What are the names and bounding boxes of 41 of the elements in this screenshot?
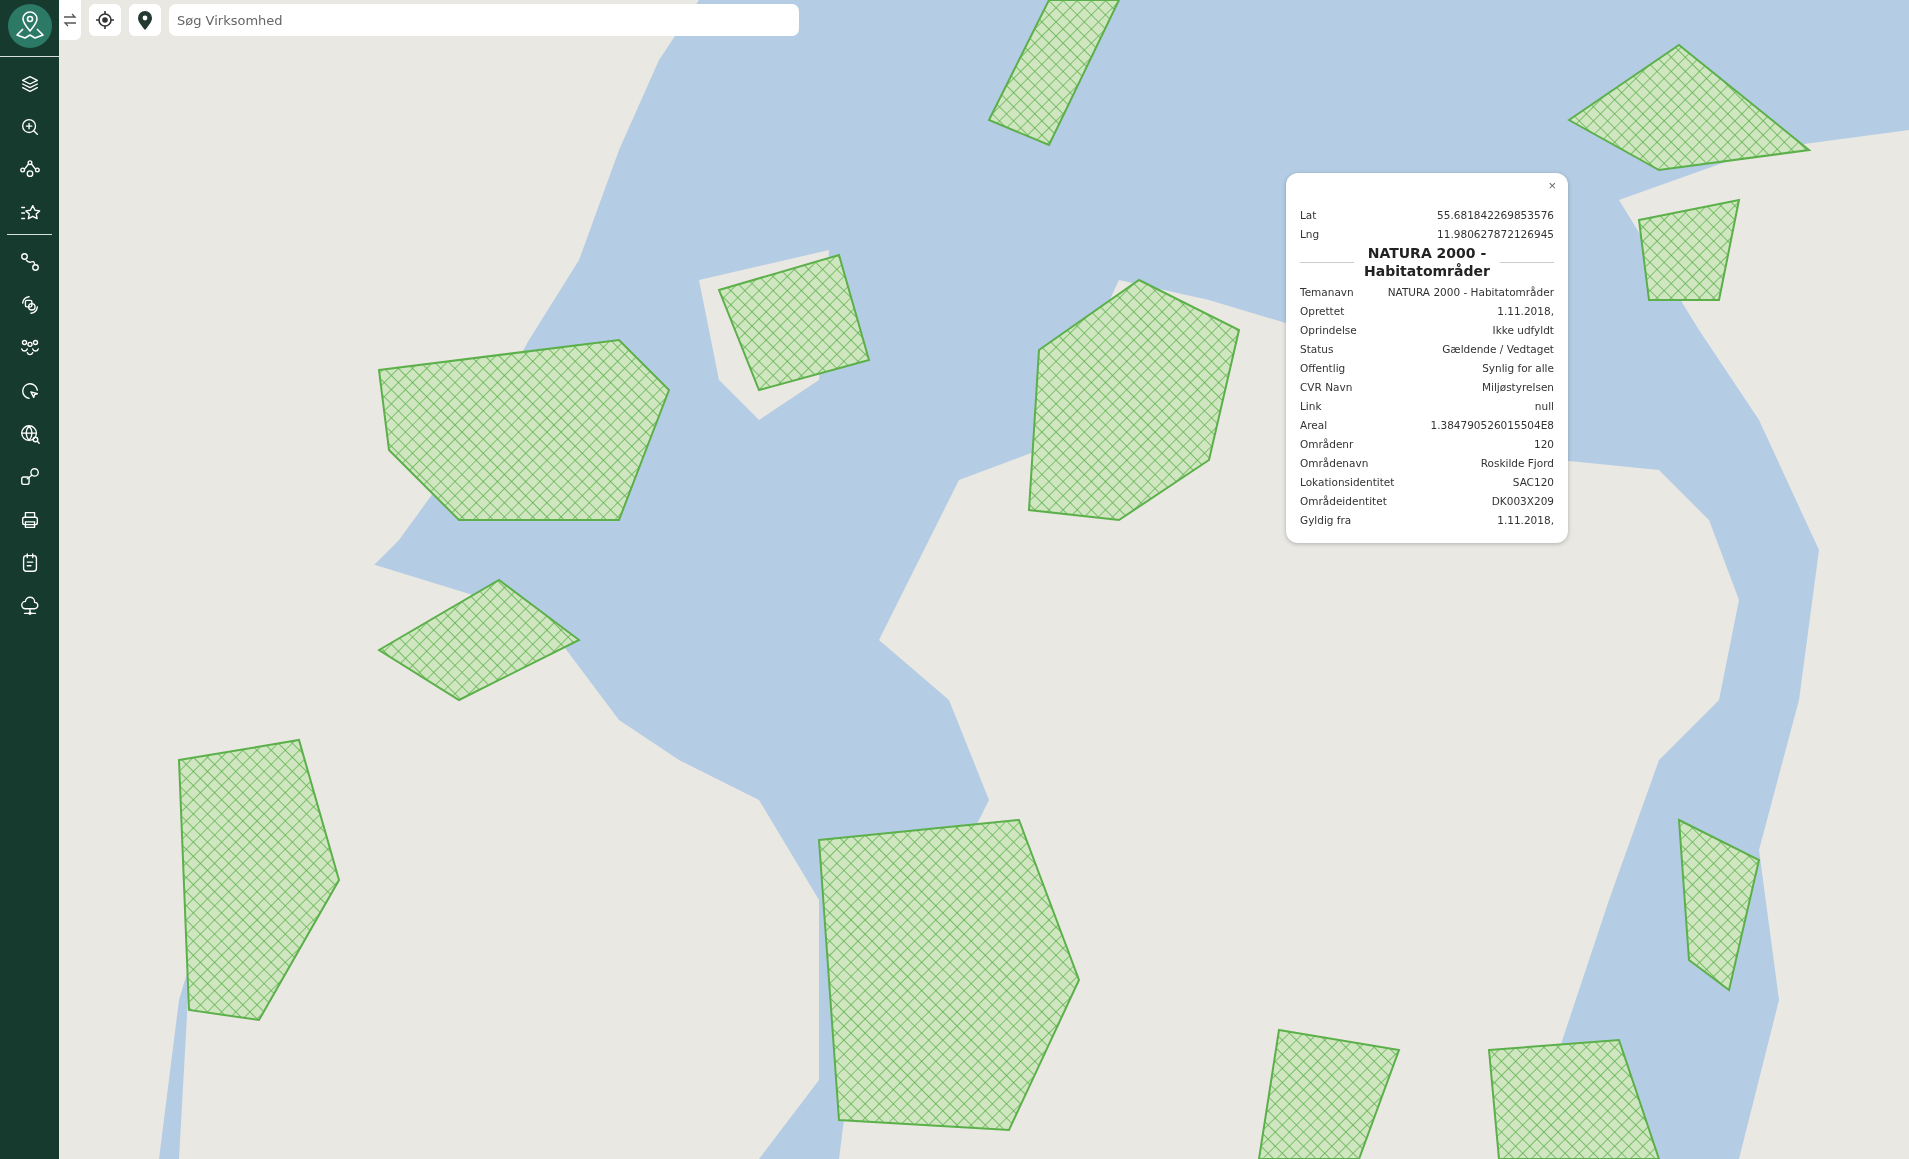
field-value: Synlig for alle xyxy=(1482,361,1554,374)
field-value: 1.11.2018, xyxy=(1497,304,1554,317)
field-label: Temanavn xyxy=(1300,285,1354,298)
field-label: Link xyxy=(1300,399,1322,412)
logo-icon[interactable] xyxy=(7,4,52,48)
search-field[interactable]: Søg Virksomhed xyxy=(169,4,799,36)
swap-arrows-icon[interactable] xyxy=(59,0,81,40)
field-value: 55.681842269853576 xyxy=(1437,208,1554,221)
field-label: Områdenr xyxy=(1300,437,1354,450)
field-label: Oprettet xyxy=(1300,304,1345,317)
field-label: Lokationsidentitet xyxy=(1300,475,1395,488)
globe-search-icon[interactable] xyxy=(18,423,41,445)
field-value: 11.980627872126945 xyxy=(1437,227,1554,240)
field-label: Oprindelse xyxy=(1300,323,1357,336)
field-label: Status xyxy=(1300,342,1334,355)
field-label: Areal xyxy=(1300,418,1328,431)
field-label: Områdenavn xyxy=(1300,456,1369,469)
field-value: NATURA 2000 - Habitatområder xyxy=(1387,285,1554,298)
field-value: DK003X209 xyxy=(1491,494,1554,507)
field-value: 1.11.2018, xyxy=(1497,513,1554,526)
field-label: Offentlig xyxy=(1300,361,1346,374)
field-value: Roskilde Fjord xyxy=(1480,456,1554,469)
field-value: Miljøstyrelsen xyxy=(1481,380,1554,393)
field-value: 120 xyxy=(1533,437,1554,450)
field-value: SAC120 xyxy=(1512,475,1554,488)
field-label: Lng xyxy=(1300,227,1320,240)
field-label: CVR Navn xyxy=(1300,380,1353,393)
map-pin-icon[interactable] xyxy=(129,4,161,36)
field-value: 1.384790526015504E8 xyxy=(1430,418,1554,431)
cloud-network-icon[interactable] xyxy=(18,595,41,617)
field-value: Gældende / Vedtaget xyxy=(1442,342,1554,355)
field-label: Lat xyxy=(1300,208,1317,221)
field-value: null xyxy=(1534,399,1554,412)
popup-title: NATURA 2000 - Habitatområder xyxy=(1363,245,1491,280)
field-value: Ikke udfyldt xyxy=(1492,323,1554,336)
locate-icon[interactable] xyxy=(89,4,121,36)
field-label: Områdeidentitet xyxy=(1300,494,1387,507)
close-button[interactable]: × xyxy=(1546,179,1558,192)
shapes-icon[interactable] xyxy=(18,466,41,488)
route-icon[interactable] xyxy=(18,251,41,273)
field-label: Gyldig fra xyxy=(1300,513,1352,526)
